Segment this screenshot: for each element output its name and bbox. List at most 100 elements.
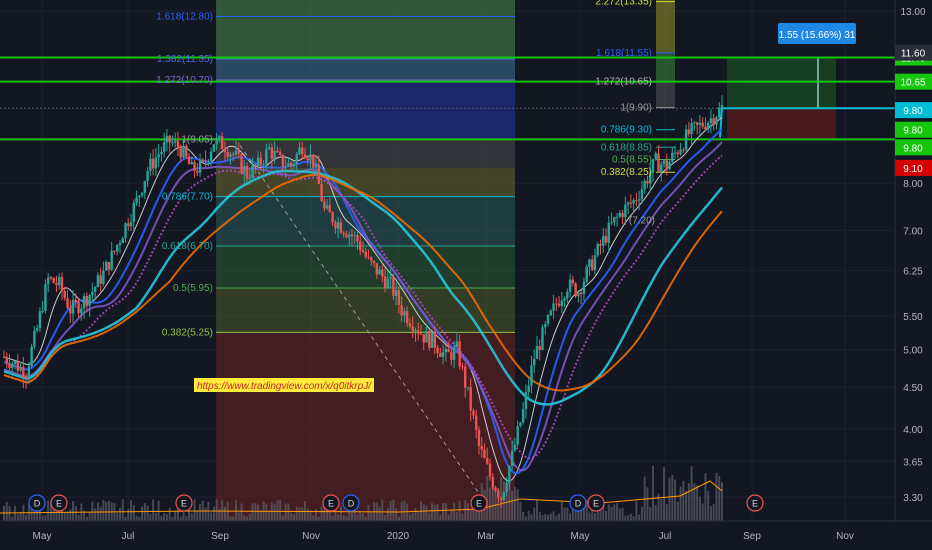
candle-body (588, 259, 591, 267)
candle-body (535, 346, 539, 359)
volume-bar (25, 514, 28, 521)
candle-body (165, 135, 169, 143)
volume-bar (663, 467, 666, 521)
volume-bar (130, 500, 133, 521)
candle-body (665, 160, 668, 170)
candle-body (549, 310, 552, 316)
volume-bar (63, 512, 66, 521)
volume-bar (99, 506, 102, 521)
price-axis[interactable]: 13.00 7.00 6.25 5.50 5.00 4.50 4.00 3.65 3.30 8.0… (894, 0, 932, 521)
candle-body (185, 145, 188, 157)
candle-body (317, 164, 321, 185)
candle-body (455, 341, 459, 347)
volume-bar (417, 512, 420, 521)
candle-body (69, 307, 72, 314)
candle-body (563, 298, 566, 301)
candle-body (422, 334, 425, 343)
candle-body (574, 283, 577, 297)
volume-bar (257, 504, 260, 521)
volume-bar (698, 496, 701, 521)
volume-bar (660, 498, 663, 521)
time-axis-label: Sep (743, 531, 761, 542)
volume-bar (276, 500, 279, 521)
candle-body (709, 118, 713, 123)
fib-zone (216, 0, 515, 60)
volume-bar (91, 501, 94, 521)
volume-bar (386, 508, 389, 521)
volume-bar (243, 515, 246, 521)
candle-body (220, 136, 224, 150)
volume-bar (221, 499, 224, 521)
volume-bar (251, 503, 254, 521)
volume-bar (533, 507, 536, 521)
chart-link[interactable]: https://www.tradingview.com/x/q0itkrpJ/ (197, 381, 372, 392)
volume-bar (232, 516, 235, 521)
volume-bar (701, 503, 704, 521)
candle-body (127, 223, 130, 227)
candle-body (256, 157, 260, 167)
fib-level-label: (7.20) (629, 215, 655, 226)
candle-body (46, 277, 50, 285)
price-chart[interactable]: 1.618(12.80) 1.382(11.35) 1.272(10.70) 1(9.… (0, 0, 932, 550)
candle-body (151, 158, 155, 169)
candle-body (519, 422, 522, 427)
volume-bar (19, 512, 22, 521)
candle-body (552, 303, 555, 311)
candle-body (466, 387, 470, 389)
candle-body (637, 199, 641, 201)
candle-body (544, 324, 547, 328)
candle-body (411, 326, 414, 332)
volume-bar (259, 510, 262, 521)
candle-body (278, 152, 282, 155)
volume-bar (593, 512, 596, 521)
candle-body (8, 363, 11, 369)
candle-body (176, 140, 180, 149)
candle-body (668, 161, 671, 170)
time-axis[interactable]: May Jul Sep Nov 2020 Mar May Jul Sep Nov (0, 520, 932, 550)
candle-body (232, 154, 235, 156)
candle-body (604, 236, 608, 243)
volume-bar (522, 511, 525, 521)
price-tag-label: 9.80 (903, 126, 923, 137)
volume-bar (141, 506, 144, 521)
candle-body (157, 154, 160, 158)
candle-body (121, 238, 124, 243)
candle-body (378, 269, 381, 275)
time-axis-bg (0, 521, 932, 550)
candle-body (187, 156, 191, 165)
volume-bar (292, 514, 295, 521)
candle-body (508, 465, 511, 484)
candle-body (174, 140, 177, 143)
volume-bar (414, 507, 417, 521)
candle-body (430, 332, 434, 348)
candle-body (381, 269, 384, 277)
volume-bar (635, 501, 638, 521)
candle-body (171, 142, 174, 144)
candle-body (698, 122, 702, 125)
candle-body (591, 259, 594, 270)
volume-bar (447, 514, 450, 521)
candle-body (336, 222, 340, 229)
volume-bar (466, 503, 469, 521)
fib-level-label: 0.618(6.70) (162, 241, 213, 252)
candle-body (207, 160, 210, 162)
candle-body (450, 352, 453, 360)
volume-bar (47, 500, 50, 521)
volume-bar (268, 512, 271, 521)
volume-bar (654, 504, 657, 521)
candle-body (2, 356, 6, 358)
candle-body (223, 149, 227, 152)
volume-bar (138, 516, 141, 521)
candle-body (433, 332, 436, 348)
fib-level-label: 0.618(8.85) (601, 142, 652, 153)
volume-bar (541, 515, 544, 521)
candle-body (168, 135, 171, 143)
candle-body (414, 330, 417, 332)
candle-body (439, 352, 442, 358)
volume-bar (312, 515, 315, 521)
candle-body (314, 164, 318, 168)
candle-body (651, 159, 655, 173)
volume-bar (425, 505, 428, 521)
candle-body (486, 457, 489, 464)
volume-bar (281, 515, 284, 521)
